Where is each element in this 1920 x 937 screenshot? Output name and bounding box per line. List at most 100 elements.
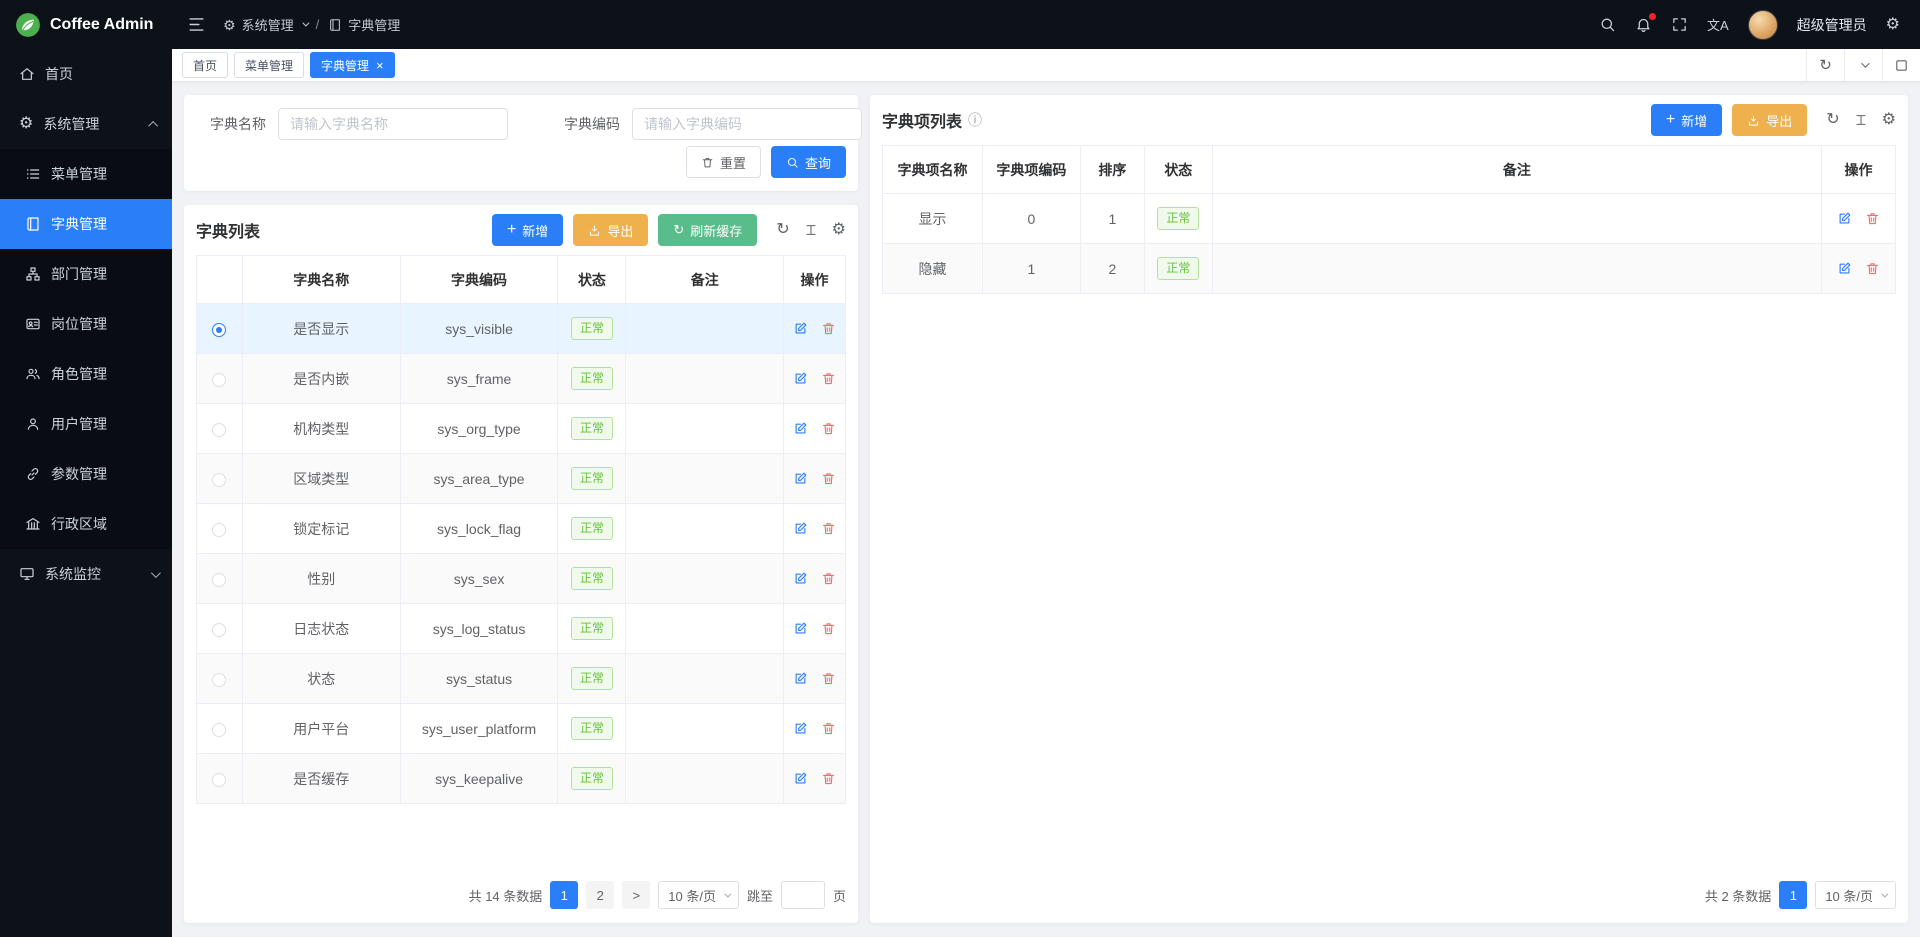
row-radio[interactable] — [212, 573, 226, 587]
delete-icon[interactable] — [821, 521, 836, 536]
delete-icon[interactable] — [821, 721, 836, 736]
jump-suffix: 页 — [833, 886, 846, 905]
delete-icon[interactable] — [821, 421, 836, 436]
export-dict-button[interactable]: 导出 — [573, 214, 648, 246]
row-radio[interactable] — [212, 423, 226, 437]
edit-icon[interactable] — [1837, 261, 1852, 276]
sidebar-item-monitor[interactable]: 系统监控 — [0, 549, 172, 599]
add-dict-button[interactable]: + 新增 — [492, 214, 563, 246]
user-name[interactable]: 超级管理员 — [1797, 15, 1867, 35]
avatar[interactable] — [1748, 10, 1778, 40]
edit-icon[interactable] — [793, 771, 808, 786]
delete-icon[interactable] — [1865, 211, 1880, 226]
table-row[interactable]: 是否显示 sys_visible 正常 — [197, 304, 846, 354]
table-row[interactable]: 机构类型 sys_org_type 正常 — [197, 404, 846, 454]
tab-menu-mgmt[interactable]: 菜单管理 — [234, 52, 304, 78]
table-row[interactable]: 日志状态 sys_log_status 正常 — [197, 604, 846, 654]
row-radio[interactable] — [212, 673, 226, 687]
translate-icon[interactable]: 文A — [1707, 15, 1729, 34]
collapse-sidebar-icon[interactable] — [187, 15, 206, 34]
row-radio[interactable] — [212, 773, 226, 787]
edit-icon[interactable] — [793, 421, 808, 436]
jump-page-input[interactable] — [781, 881, 825, 909]
search-icon[interactable] — [1599, 16, 1616, 33]
edit-icon[interactable] — [793, 521, 808, 536]
sidebar-item-dict-mgmt[interactable]: 字典管理 — [0, 199, 172, 249]
page-button-1[interactable]: 1 — [550, 881, 578, 909]
edit-icon[interactable] — [793, 671, 808, 686]
refresh-table-icon[interactable]: ↻ — [776, 222, 789, 238]
refresh-table-icon[interactable]: ↻ — [1826, 112, 1839, 128]
table-row[interactable]: 是否内嵌 sys_frame 正常 — [197, 354, 846, 404]
sidebar-item-post-mgmt[interactable]: 岗位管理 — [0, 299, 172, 349]
tab-home[interactable]: 首页 — [182, 52, 228, 78]
table-row[interactable]: 用户平台 sys_user_platform 正常 — [197, 704, 846, 754]
refresh-cache-button[interactable]: ↻ 刷新缓存 — [658, 214, 757, 246]
close-icon[interactable]: × — [376, 59, 384, 72]
breadcrumb-system[interactable]: ⚙ 系统管理 — [223, 15, 307, 34]
table-settings-gear-icon[interactable]: ⚙ — [1882, 112, 1896, 128]
row-radio[interactable] — [212, 623, 226, 637]
gear-icon[interactable]: ⚙ — [1886, 17, 1900, 33]
row-radio[interactable] — [212, 723, 226, 737]
query-button[interactable]: 查询 — [771, 146, 846, 178]
delete-icon[interactable] — [821, 671, 836, 686]
sidebar-item-user-mgmt[interactable]: 用户管理 — [0, 399, 172, 449]
delete-icon[interactable] — [821, 621, 836, 636]
page-size-select[interactable]: 10 条/页 — [1815, 881, 1896, 909]
next-page-button[interactable]: > — [622, 881, 650, 909]
edit-icon[interactable] — [793, 621, 808, 636]
row-radio[interactable] — [212, 323, 226, 337]
delete-icon[interactable] — [1865, 261, 1880, 276]
sidebar-item-region-mgmt[interactable]: 行政区域 — [0, 499, 172, 549]
column-size-icon[interactable] — [804, 223, 818, 237]
sidebar-item-system[interactable]: ⚙ 系统管理 — [0, 99, 172, 149]
refresh-tab-icon[interactable]: ↻ — [1806, 49, 1844, 81]
edit-icon[interactable] — [793, 371, 808, 386]
sidebar-item-role-mgmt[interactable]: 角色管理 — [0, 349, 172, 399]
table-row[interactable]: 是否缓存 sys_keepalive 正常 — [197, 754, 846, 804]
row-radio[interactable] — [212, 523, 226, 537]
edit-icon[interactable] — [793, 571, 808, 586]
tab-menu-chevron-icon[interactable] — [1844, 49, 1882, 81]
left-column: 字典名称 字典编码 重置 — [184, 95, 858, 923]
edit-icon[interactable] — [793, 721, 808, 736]
sidebar-item-param-mgmt[interactable]: 参数管理 — [0, 449, 172, 499]
table-row[interactable]: 锁定标记 sys_lock_flag 正常 — [197, 504, 846, 554]
brand[interactable]: Coffee Admin — [0, 0, 172, 49]
delete-icon[interactable] — [821, 471, 836, 486]
edit-icon[interactable] — [1837, 211, 1852, 226]
column-size-icon[interactable] — [1854, 113, 1868, 127]
delete-icon[interactable] — [821, 571, 836, 586]
info-icon[interactable]: ⓘ — [968, 110, 982, 130]
page-button-1[interactable]: 1 — [1779, 881, 1807, 909]
export-item-button[interactable]: 导出 — [1732, 104, 1807, 136]
delete-icon[interactable] — [821, 371, 836, 386]
table-row[interactable]: 状态 sys_status 正常 — [197, 654, 846, 704]
page-size-select[interactable]: 10 条/页 — [658, 881, 739, 909]
sidebar-item-dept-mgmt[interactable]: 部门管理 — [0, 249, 172, 299]
content-fullscreen-icon[interactable] — [1882, 49, 1920, 81]
sidebar-item-menu-mgmt[interactable]: 菜单管理 — [0, 149, 172, 199]
table-row[interactable]: 显示 0 1 正常 — [883, 194, 1896, 244]
sidebar-item-home[interactable]: 首页 — [0, 49, 172, 99]
edit-icon[interactable] — [793, 321, 808, 336]
reset-button[interactable]: 重置 — [686, 146, 761, 178]
breadcrumb-dict[interactable]: 字典管理 — [328, 15, 400, 34]
table-row[interactable]: 性别 sys_sex 正常 — [197, 554, 846, 604]
add-item-button[interactable]: + 新增 — [1651, 104, 1722, 136]
dict-name-input[interactable] — [278, 108, 508, 140]
delete-icon[interactable] — [821, 321, 836, 336]
table-row[interactable]: 区域类型 sys_area_type 正常 — [197, 454, 846, 504]
table-settings-gear-icon[interactable]: ⚙ — [832, 222, 846, 238]
row-radio[interactable] — [212, 373, 226, 387]
fullscreen-icon[interactable] — [1671, 16, 1688, 33]
row-radio[interactable] — [212, 473, 226, 487]
delete-icon[interactable] — [821, 771, 836, 786]
edit-icon[interactable] — [793, 471, 808, 486]
notification-bell-icon[interactable] — [1635, 16, 1652, 33]
dict-code-input[interactable] — [632, 108, 862, 140]
tab-dict-mgmt[interactable]: 字典管理 × — [310, 52, 395, 78]
table-row[interactable]: 隐藏 1 2 正常 — [883, 244, 1896, 294]
page-button-2[interactable]: 2 — [586, 881, 614, 909]
